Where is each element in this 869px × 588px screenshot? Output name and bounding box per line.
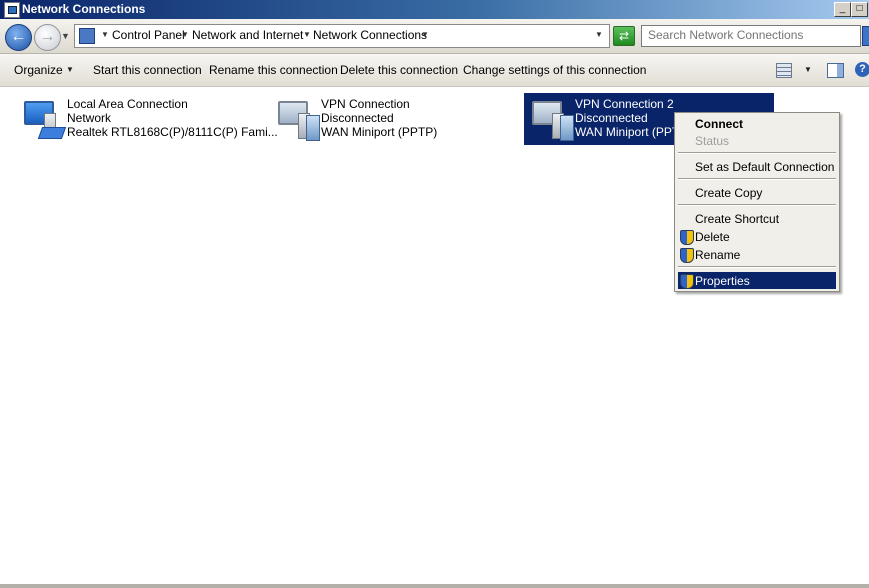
breadcrumb-control-panel[interactable]: Control Panel [112,28,185,42]
window-title: Network Connections [22,2,146,16]
views-icon[interactable] [776,63,792,78]
address-box[interactable]: ▼ Control Panel ▼ Network and Internet ▼… [74,24,610,48]
menu-item-label: Rename [695,248,741,262]
menu-item-create-shortcut[interactable]: Create Shortcut [678,210,836,227]
connection-device: Realtek RTL8168C(P)/8111C(P) Fami... [67,125,278,139]
address-bar: ← → ▼ ▼ Control Panel ▼ Network and Inte… [0,19,869,54]
chevron-down-icon[interactable]: ▼ [181,30,189,39]
network-connections-icon [4,2,20,18]
connection-name: Local Area Connection [67,97,188,111]
connection-status: Disconnected [575,111,648,125]
recent-pages-dropdown[interactable]: ▼ [61,31,70,41]
menu-item-label: Set as Default Connection [695,160,835,174]
menu-item-status: Status [678,132,836,149]
connection-name: VPN Connection 2 [575,97,674,111]
menu-item-rename[interactable]: Rename [678,246,836,263]
preview-pane-icon[interactable] [827,63,844,78]
command-bar: Organize ▼ Start this connection Rename … [0,54,869,87]
menu-separator [678,266,836,268]
connection-local-area[interactable]: Local Area Connection Network Realtek RT… [16,93,278,145]
menu-item-delete[interactable]: Delete [678,228,836,245]
menu-item-label: Create Shortcut [695,212,780,226]
breadcrumb-network-connections[interactable]: Network Connections [313,28,427,42]
chevron-down-icon[interactable]: ▼ [66,65,74,74]
uac-shield-icon [680,274,694,289]
delete-connection-button[interactable]: Delete this connection [340,63,458,77]
context-menu: Connect Status Set as Default Connection… [674,112,840,292]
uac-shield-icon [680,248,694,263]
menu-item-label: Delete [695,230,730,244]
start-connection-button[interactable]: Start this connection [93,63,202,77]
connection-vpn[interactable]: VPN Connection Disconnected WAN Miniport… [270,93,520,145]
uac-shield-icon [680,230,694,245]
minimize-button[interactable]: _ [834,2,851,17]
menu-item-create-copy[interactable]: Create Copy [678,184,836,201]
menu-item-label: Connect [695,117,743,131]
chevron-down-icon[interactable]: ▼ [804,65,812,74]
menu-separator [678,178,836,180]
menu-item-properties[interactable]: Properties [678,272,836,289]
maximize-button[interactable]: □ [851,2,868,17]
search-input[interactable] [648,28,848,42]
menu-item-set-default[interactable]: Set as Default Connection [678,158,836,175]
address-history-dropdown[interactable]: ▼ [595,30,603,39]
chevron-down-icon[interactable]: ▼ [101,30,109,39]
vpn-connection-icon [528,99,574,143]
menu-item-label: Create Copy [695,186,763,200]
connection-status: Network [67,111,112,125]
lan-connection-icon [20,99,67,143]
back-button[interactable]: ← [5,24,32,51]
menu-item-label: Status [695,134,730,148]
vpn-connection-icon [274,99,320,143]
chevron-down-icon[interactable]: ▼ [421,30,429,39]
chevron-down-icon[interactable]: ▼ [303,30,311,39]
breadcrumb-network-and-internet[interactable]: Network and Internet [192,28,303,42]
rename-connection-button[interactable]: Rename this connection [209,63,338,77]
forward-button[interactable]: → [34,24,61,51]
search-box[interactable] [641,25,861,47]
change-settings-button[interactable]: Change settings of this connection [463,63,646,77]
menu-item-label: Properties [695,274,750,288]
menu-separator [678,152,836,154]
menu-item-connect[interactable]: Connect [678,115,836,132]
menu-separator [678,204,836,206]
control-panel-icon [79,28,95,44]
refresh-button[interactable]: ⇄ [613,26,635,46]
connection-status: Disconnected [321,111,394,125]
connection-device: WAN Miniport (PPTP) [321,125,438,139]
title-bar: Network Connections _ □ [0,0,869,19]
status-bar [0,584,869,588]
help-icon[interactable]: ? [855,62,869,77]
organize-button[interactable]: Organize [14,63,63,77]
connection-name: VPN Connection [321,97,410,111]
search-icon[interactable] [862,26,869,46]
